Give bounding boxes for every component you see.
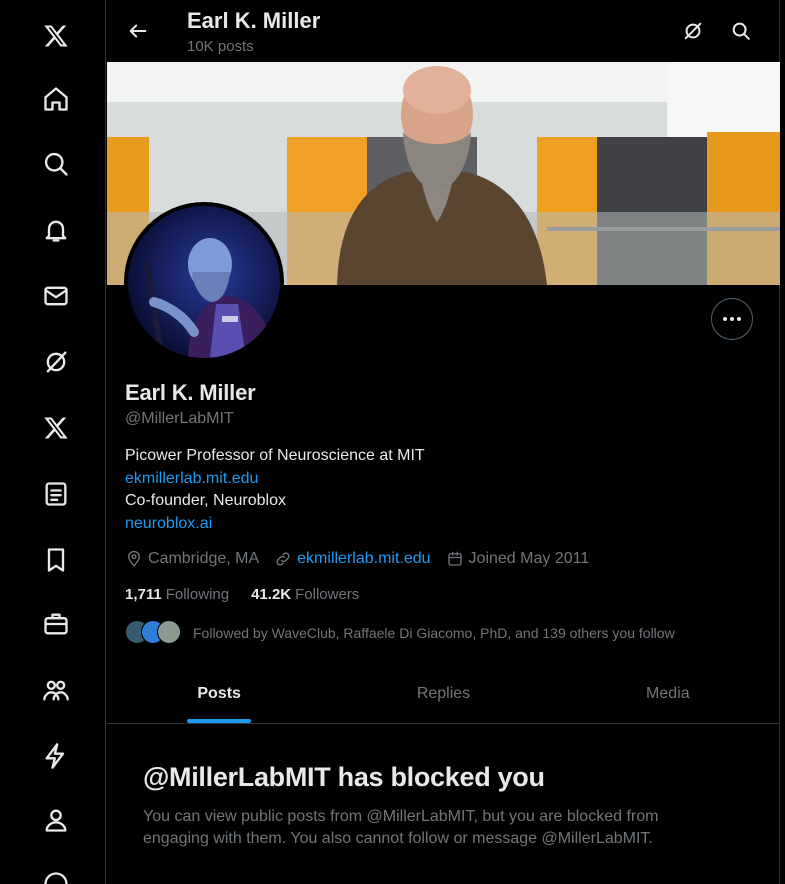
messages-icon[interactable] bbox=[34, 274, 78, 318]
location: Cambridge, MA bbox=[125, 550, 259, 568]
avatar bbox=[157, 620, 181, 644]
location-pin-icon bbox=[128, 550, 140, 567]
website[interactable]: ekmillerlab.mit.edu bbox=[274, 550, 431, 568]
follow-counts: 1,711 Following 41.2K Followers bbox=[125, 586, 381, 603]
bookmarks-icon[interactable] bbox=[34, 538, 78, 582]
profile-header: Earl K. Miller 10K posts bbox=[107, 0, 780, 62]
followers-you-know[interactable]: Followed by WaveClub, Raffaele Di Giacom… bbox=[125, 620, 675, 646]
following-link[interactable]: 1,711 Following bbox=[125, 586, 229, 603]
link-icon bbox=[276, 552, 290, 566]
tab-posts[interactable]: Posts bbox=[107, 664, 331, 723]
bio-link-neuroblox[interactable]: neuroblox.ai bbox=[125, 513, 425, 536]
bio-line: Co-founder, Neuroblox bbox=[125, 492, 286, 509]
communities-icon[interactable] bbox=[34, 668, 78, 712]
more-icon[interactable] bbox=[34, 862, 78, 884]
join-date: Joined May 2011 bbox=[446, 550, 589, 568]
tab-media[interactable]: Media bbox=[556, 664, 780, 723]
more-options-button[interactable] bbox=[711, 298, 753, 340]
search-profile-button[interactable] bbox=[726, 16, 756, 46]
mutual-avatars bbox=[125, 620, 183, 646]
scrollbar[interactable] bbox=[780, 0, 785, 884]
active-tab-indicator bbox=[187, 719, 252, 723]
profile-meta: Cambridge, MA ekmillerlab.mit.edu Joined… bbox=[125, 548, 604, 570]
grok-icon bbox=[684, 22, 702, 40]
back-button[interactable] bbox=[121, 14, 155, 48]
profile-name: Earl K. Miller bbox=[125, 380, 256, 405]
header-post-count: 10K posts bbox=[187, 38, 254, 55]
bio-line: Picower Professor of Neuroscience at MIT bbox=[125, 447, 425, 464]
followed-by-text: Followed by WaveClub, Raffaele Di Giacom… bbox=[193, 625, 675, 641]
grok-button[interactable] bbox=[678, 16, 708, 46]
profile-column: Earl K. Miller 10K posts Earl K. Miller … bbox=[107, 0, 780, 884]
profile-handle: @MillerLabMIT bbox=[125, 410, 234, 427]
arrow-left-icon bbox=[129, 24, 147, 38]
search-icon[interactable] bbox=[34, 142, 78, 186]
website-link[interactable]: ekmillerlab.mit.edu bbox=[297, 550, 430, 568]
lists-icon[interactable] bbox=[34, 472, 78, 516]
bio-link-lab[interactable]: ekmillerlab.mit.edu bbox=[125, 468, 425, 491]
profile-tabs: Posts Replies Media bbox=[107, 664, 780, 724]
followers-link[interactable]: 41.2K Followers bbox=[251, 586, 359, 603]
blocked-message: You can view public posts from @MillerLa… bbox=[143, 808, 659, 847]
verified-orgs-icon[interactable] bbox=[34, 734, 78, 778]
tab-replies[interactable]: Replies bbox=[331, 664, 555, 723]
profile-bio: Picower Professor of Neuroscience at MIT… bbox=[125, 445, 425, 535]
side-nav bbox=[0, 0, 106, 884]
profile-icon[interactable] bbox=[34, 798, 78, 842]
header-title: Earl K. Miller bbox=[187, 8, 321, 33]
profile-avatar[interactable] bbox=[124, 202, 284, 362]
premium-x-icon[interactable] bbox=[34, 406, 78, 450]
home-icon[interactable] bbox=[34, 77, 78, 121]
jobs-icon[interactable] bbox=[34, 602, 78, 646]
search-icon bbox=[732, 22, 750, 40]
blocked-title: @MillerLabMIT has blocked you bbox=[143, 762, 545, 792]
more-dots-icon bbox=[723, 317, 727, 321]
notifications-icon[interactable] bbox=[34, 208, 78, 252]
x-logo-icon[interactable] bbox=[34, 14, 78, 58]
grok-icon[interactable] bbox=[34, 340, 78, 384]
calendar-icon bbox=[447, 551, 462, 566]
